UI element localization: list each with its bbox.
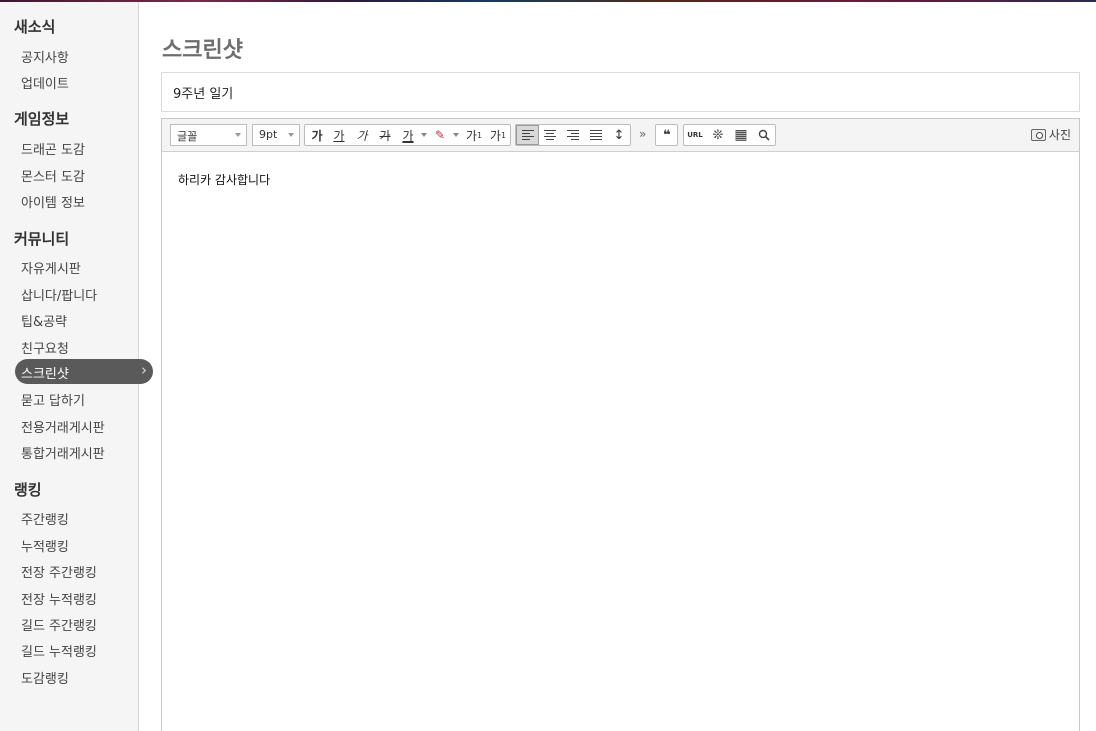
subscript-label: 가 [489,128,501,143]
sidebar-item-qna[interactable]: 묻고 답하기 [21,390,85,409]
sidebar-item-notice[interactable]: 공지사항 [21,47,69,66]
align-right-icon[interactable] [562,125,584,145]
align-group: ↕ [515,124,631,146]
editor-toolbar: 글꼴 9pt 가 가 가 가 가 ✎ 가1 가1 ↕ » ❝ URL ❊ ▦ 사… [162,119,1079,152]
rich-text-editor: 글꼴 9pt 가 가 가 가 가 ✎ 가1 가1 ↕ » ❝ URL ❊ ▦ 사… [161,118,1080,731]
quote-group: ❝ [655,124,678,146]
bold-button[interactable]: 가 [306,125,328,145]
chevron-down-icon [235,133,241,137]
sidebar-item-monster-book[interactable]: 몬스터 도감 [21,166,85,185]
sidebar-item-free-board[interactable]: 자유게시판 [21,258,81,277]
font-size-select-value: 9pt [259,128,278,141]
sidebar-item-update[interactable]: 업데이트 [21,73,69,92]
top-banner-strip [0,0,1096,2]
sidebar-item-tips[interactable]: 팁&공략 [21,311,67,330]
search-icon[interactable] [753,125,775,145]
add-photo-button[interactable]: 사진 [1030,126,1071,143]
sidebar-item-battle-weekly[interactable]: 전장 주간랭킹 [21,562,97,581]
sidebar-item-weekly-ranking[interactable]: 주간랭킹 [21,509,69,528]
sidebar-item-battle-total[interactable]: 전장 누적랭킹 [21,589,97,608]
insert-group: URL ❊ ▦ [683,124,776,146]
section-title-ranking[interactable]: 랭킹 [14,479,42,500]
quote-button[interactable]: ❝ [656,125,678,145]
add-photo-label: 사진 [1048,128,1071,142]
align-justify-icon[interactable] [585,125,607,145]
italic-button[interactable]: 가 [351,125,373,145]
align-left-icon[interactable] [516,125,539,145]
sidebar-item-dragon-book[interactable]: 드래곤 도감 [21,139,85,158]
camera-icon [1030,128,1046,141]
text-color-button[interactable]: 가 [397,125,419,145]
align-center-icon[interactable] [539,125,561,145]
sidebar-item-screenshot[interactable]: 스크린샷 › [15,359,153,384]
link-url-button[interactable]: URL [684,125,706,145]
sidebar-item-total-ranking[interactable]: 누적랭킹 [21,536,69,555]
highlight-color-icon[interactable]: ✎ [429,125,451,145]
font-family-select-value: 글꼴 [177,130,198,143]
table-icon[interactable]: ▦ [730,125,752,145]
underline-button[interactable]: 가 [328,125,350,145]
section-title-community[interactable]: 커뮤니티 [14,228,69,249]
sidebar-item-exclusive-trade[interactable]: 전용거래게시판 [21,417,105,436]
page-title: 스크린샷 [162,38,243,63]
line-height-icon[interactable]: ↕ [608,125,630,145]
more-options-button[interactable]: » [639,127,646,141]
subscript-button[interactable]: 가1 [487,125,509,145]
sidebar-item-item-info[interactable]: 아이템 정보 [21,192,85,211]
sidebar-item-buy-sell[interactable]: 삽니다/팝니다 [21,285,97,304]
sidebar-item-guild-weekly[interactable]: 길드 주간랭킹 [21,615,97,634]
sidebar-item-integrated-trade[interactable]: 통합거래게시판 [21,443,105,462]
chevron-down-icon[interactable] [421,133,427,137]
strikethrough-button[interactable]: 가 [374,125,396,145]
editor-body-text[interactable]: 하리카 감사합니다 [178,171,270,188]
chevron-down-icon[interactable] [453,133,459,137]
superscript-button[interactable]: 가1 [463,125,485,145]
section-title-game-info[interactable]: 게임정보 [14,108,69,129]
chevron-down-icon [288,133,294,137]
special-char-icon[interactable]: ❊ [707,125,729,145]
sidebar-nav: 새소식 공지사항 업데이트 게임정보 드래곤 도감 몬스터 도감 아이템 정보 … [0,2,153,731]
font-size-select[interactable]: 9pt [252,124,300,146]
sidebar-item-friend-request[interactable]: 친구요청 [21,338,69,357]
font-family-select[interactable]: 글꼴 [170,124,247,146]
text-format-group: 가 가 가 가 가 ✎ 가1 가1 [304,124,511,146]
sidebar-item-label: 스크린샷 [21,367,69,382]
post-title-input[interactable] [161,72,1080,112]
section-title-news[interactable]: 새소식 [14,16,55,37]
superscript-label: 가 [465,128,477,143]
chevron-right-icon: › [141,361,147,379]
sidebar-item-book-ranking[interactable]: 도감랭킹 [21,668,69,687]
sidebar-item-guild-total[interactable]: 길드 누적랭킹 [21,641,97,660]
